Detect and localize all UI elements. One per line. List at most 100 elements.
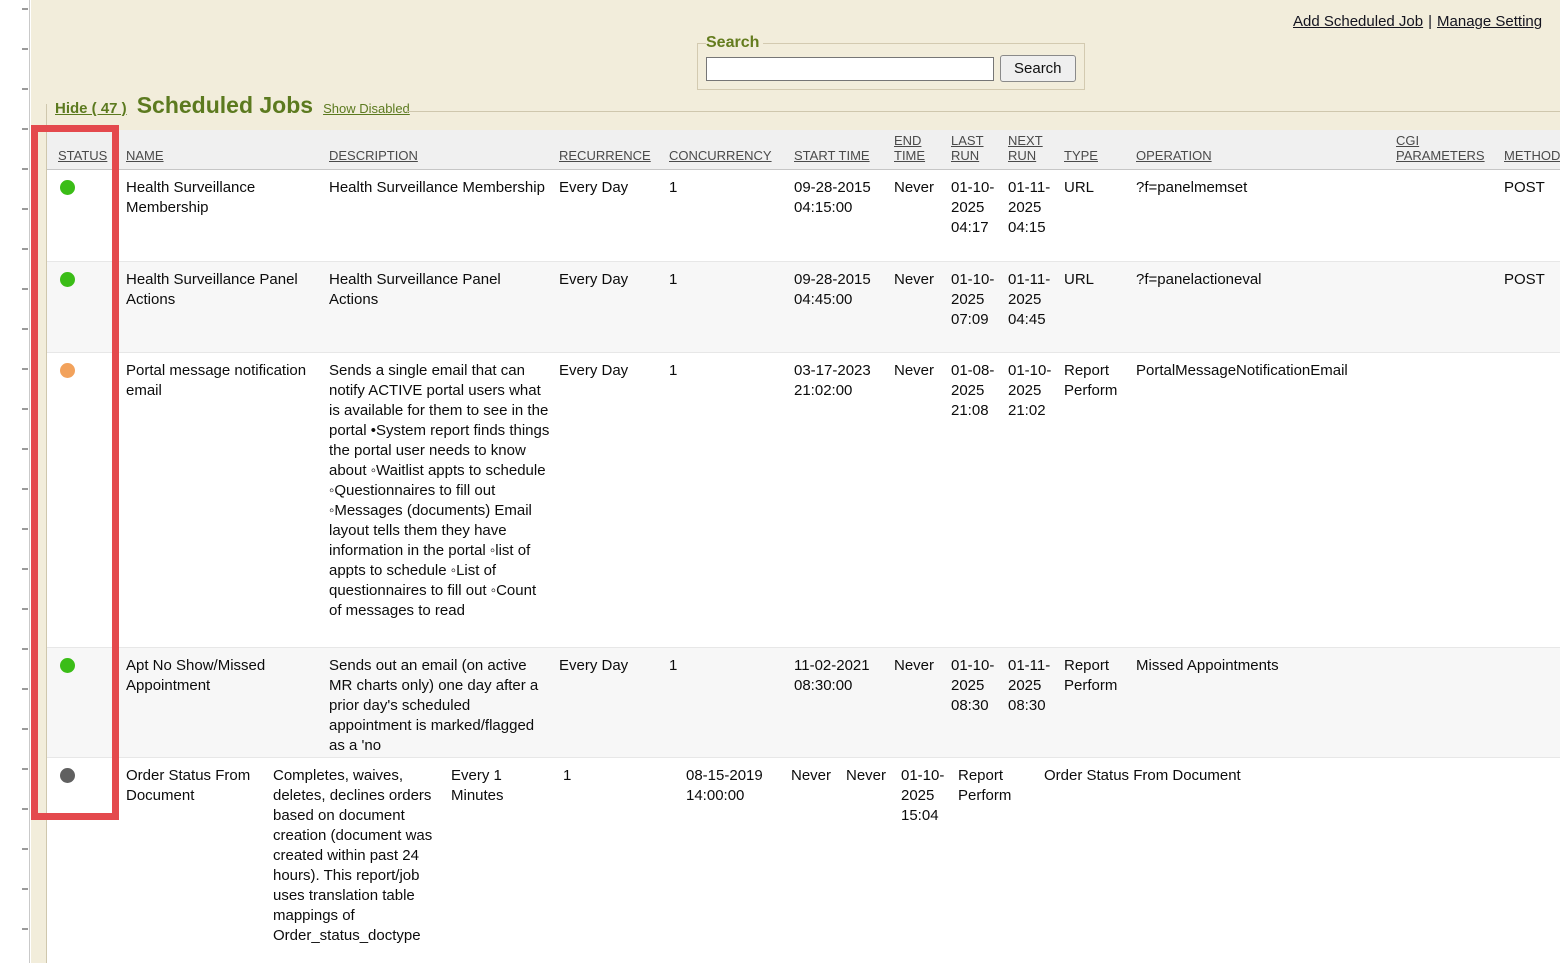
header-cell-concurrency: CONCURRENCY xyxy=(669,130,794,169)
status-cell xyxy=(47,170,126,261)
column-sort-link-status[interactable]: STATUS xyxy=(58,148,107,163)
cell-concurrency: 1 xyxy=(669,353,794,647)
column-sort-link-cgi_parameters[interactable]: CGI PARAMETERS xyxy=(1396,133,1496,163)
cell-type: Report Perform xyxy=(958,758,1044,963)
cell-name: Apt No Show/Missed Appointment xyxy=(126,648,329,757)
cell-end_time: Never xyxy=(791,758,846,963)
cell-method xyxy=(1504,648,1560,757)
status-dot-green xyxy=(60,658,75,673)
cell-description: Health Surveillance Membership xyxy=(329,170,559,261)
column-sort-link-start_time[interactable]: START TIME xyxy=(794,148,870,163)
cell-start_time: 08-15-2019 14:00:00 xyxy=(686,758,791,963)
status-dot-green xyxy=(60,180,75,195)
cell-description: Sends out an email (on active MR charts … xyxy=(329,648,559,757)
ruler-ticks xyxy=(22,8,28,963)
header-cell-start_time: START TIME xyxy=(794,130,894,169)
scheduled-jobs-table: STATUS NAME DESCRIPTION RECURRENCE CONCURREN… xyxy=(47,130,1560,963)
fieldset-top-border xyxy=(406,111,1560,112)
manage-settings-link[interactable]: Manage Setting xyxy=(1437,13,1542,30)
column-sort-link-type[interactable]: TYPE xyxy=(1064,148,1098,163)
add-scheduled-job-link[interactable]: Add Scheduled Job xyxy=(1293,13,1423,30)
header-cell-type: TYPE xyxy=(1064,130,1136,169)
cell-recurrence: Every Day xyxy=(559,648,669,757)
column-sort-link-operation[interactable]: OPERATION xyxy=(1136,148,1212,163)
cell-concurrency: 1 xyxy=(669,262,794,352)
cell-type: URL xyxy=(1064,262,1136,352)
cell-end_time: Never xyxy=(894,353,951,647)
search-row: Search xyxy=(706,55,1076,82)
column-sort-link-end_time[interactable]: END TIME xyxy=(894,133,943,163)
column-sort-link-name[interactable]: NAME xyxy=(126,148,164,163)
search-button[interactable]: Search xyxy=(1000,55,1076,82)
cell-description: Health Surveillance Panel Actions xyxy=(329,262,559,352)
cell-description: Completes, waives, deletes, declines ord… xyxy=(273,758,451,963)
cell-method: POST xyxy=(1504,170,1560,261)
cell-start_time: 09-28-2015 04:15:00 xyxy=(794,170,894,261)
cell-next_run: 01-10-2025 15:04 xyxy=(901,758,958,963)
cell-name: Order Status From Document xyxy=(126,758,273,963)
column-sort-link-next_run[interactable]: NEXT RUN xyxy=(1008,133,1056,163)
cell-cgi_parameters xyxy=(1396,262,1504,352)
status-dot-orange xyxy=(60,363,75,378)
column-sort-link-concurrency[interactable]: CONCURRENCY xyxy=(669,148,772,163)
cell-next_run: 01-11-2025 04:15 xyxy=(1008,170,1064,261)
column-sort-link-recurrence[interactable]: RECURRENCE xyxy=(559,148,651,163)
header-cell-name: NAME xyxy=(126,130,329,169)
header-cell-recurrence: RECURRENCE xyxy=(559,130,669,169)
cell-start_time: 03-17-2023 21:02:00 xyxy=(794,353,894,647)
header-cell-description: DESCRIPTION xyxy=(329,130,559,169)
cell-type: Report Perform xyxy=(1064,648,1136,757)
status-cell xyxy=(47,262,126,352)
cell-recurrence: Every 1 Minutes xyxy=(451,758,563,963)
header-cell-last_run: LAST RUN xyxy=(951,130,1008,169)
hide-count-link[interactable]: Hide ( 47 ) xyxy=(55,100,127,117)
search-legend: Search xyxy=(706,34,763,52)
search-fieldset: Search Search xyxy=(697,34,1085,90)
status-cell xyxy=(47,648,126,757)
cell-method xyxy=(1504,353,1560,647)
cell-description: Sends a single email that can notify ACT… xyxy=(329,353,559,647)
cell-recurrence: Every Day xyxy=(559,353,669,647)
table-body: Health Surveillance MembershipHealth Sur… xyxy=(47,170,1560,963)
cell-operation: ?f=panelactioneval xyxy=(1136,262,1396,352)
search-input[interactable] xyxy=(706,57,994,81)
table-row: Portal message notification emailSends a… xyxy=(47,353,1560,648)
table-header-row: STATUS NAME DESCRIPTION RECURRENCE CONCURREN… xyxy=(47,130,1560,170)
cell-cgi_parameters xyxy=(1404,758,1504,963)
cell-type: URL xyxy=(1064,170,1136,261)
column-sort-link-method[interactable]: METHOD xyxy=(1504,148,1560,163)
scheduled-jobs-screen: Add Scheduled Job|Manage Setting Search … xyxy=(0,0,1560,963)
table-row: Order Status From DocumentCompletes, wai… xyxy=(47,758,1560,963)
header-cell-next_run: NEXT RUN xyxy=(1008,130,1064,169)
cell-end_time: Never xyxy=(894,170,951,261)
cell-last_run: 01-10-2025 07:09 xyxy=(951,262,1008,352)
cell-operation: ?f=panelmemset xyxy=(1136,170,1396,261)
show-disabled-link[interactable]: Show Disabled xyxy=(323,101,410,116)
page-title: Scheduled Jobs xyxy=(137,92,313,119)
cell-start_time: 11-02-2021 08:30:00 xyxy=(794,648,894,757)
link-separator: | xyxy=(1423,13,1437,30)
cell-type: Report Perform xyxy=(1064,353,1136,647)
cell-next_run: 01-11-2025 08:30 xyxy=(1008,648,1064,757)
scheduled-jobs-header: Hide ( 47 ) Scheduled Jobs Show Disabled xyxy=(55,92,410,119)
status-dot-green xyxy=(60,272,75,287)
column-sort-link-description[interactable]: DESCRIPTION xyxy=(329,148,418,163)
cell-name: Health Surveillance Membership xyxy=(126,170,329,261)
cell-operation: PortalMessageNotificationEmail xyxy=(1136,353,1396,647)
cell-operation: Order Status From Document xyxy=(1044,758,1404,963)
cell-next_run: 01-11-2025 04:45 xyxy=(1008,262,1064,352)
cell-cgi_parameters xyxy=(1396,353,1504,647)
header-cell-method: METHOD xyxy=(1504,130,1560,169)
cell-cgi_parameters xyxy=(1396,648,1504,757)
cell-method: POST xyxy=(1504,262,1560,352)
table-row: Health Surveillance MembershipHealth Sur… xyxy=(47,170,1560,262)
cell-start_time: 09-28-2015 04:45:00 xyxy=(794,262,894,352)
header-cell-cgi_parameters: CGI PARAMETERS xyxy=(1396,130,1504,169)
cell-name: Health Surveillance Panel Actions xyxy=(126,262,329,352)
cell-name: Portal message notification email xyxy=(126,353,329,647)
column-sort-link-last_run[interactable]: LAST RUN xyxy=(951,133,1000,163)
browser-left-strip xyxy=(0,0,30,963)
cell-last_run: Never xyxy=(846,758,901,963)
cell-end_time: Never xyxy=(894,262,951,352)
table-row: Health Surveillance Panel ActionsHealth … xyxy=(47,262,1560,353)
